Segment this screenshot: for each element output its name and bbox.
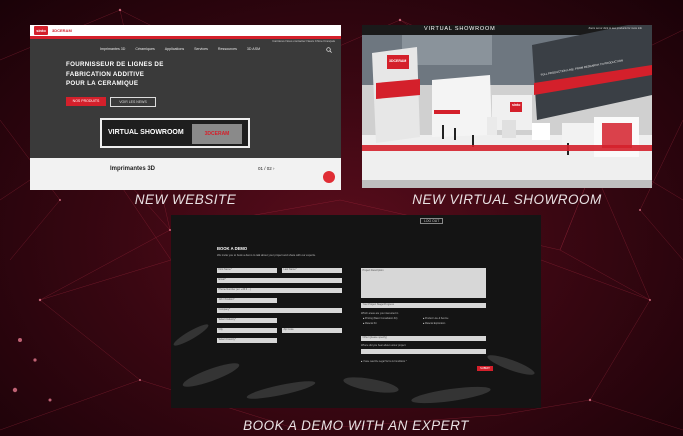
company-field[interactable]: Company* [217, 308, 342, 313]
showroom-hint: Zoom out or click to see products for mo… [588, 27, 642, 30]
industry-select[interactable]: Select Industry* [217, 318, 277, 323]
booth-logo-sinto[interactable]: sinto [512, 103, 520, 107]
last-name-field[interactable]: Last Name* [282, 268, 342, 273]
interest-option-1-label: Printing (Basic Consultation Kit) [365, 318, 398, 320]
carousel-strip: Imprimantes 3D 01 / 02 › [30, 158, 341, 190]
city-field[interactable]: City [217, 328, 277, 333]
virtual-showroom-label: VIRTUAL SHOWROOM [108, 129, 184, 136]
chat-icon[interactable] [323, 171, 335, 183]
nav-item-resources[interactable]: Ressources [218, 47, 237, 51]
booth-sign-text: 3DCERAM [204, 131, 230, 137]
hero-title: FOURNISSEUR DE LIGNES DE FABRICATION ADD… [66, 60, 164, 89]
heard-field[interactable] [361, 349, 486, 354]
country-select[interactable]: Select Country* [217, 338, 277, 343]
utility-nav[interactable]: Carrières Nous contacter News Chine Fran… [272, 39, 335, 43]
consent-label: I have read the Legal Terms & Conditions… [363, 361, 407, 363]
other-field[interactable]: Other (please specify) [361, 336, 486, 341]
sinto-logo[interactable]: sinto [34, 26, 48, 35]
interest-label: Which areas are you interested in [361, 312, 399, 315]
booth-logo[interactable]: 3DCERAM [389, 59, 406, 63]
logout-button[interactable]: LOG OUT [420, 218, 444, 224]
nav-item-ceramics[interactable]: Céramiques [135, 47, 154, 51]
interest-option-3-label: Material Kit [365, 323, 377, 325]
submit-button[interactable]: SUBMIT [477, 366, 493, 371]
zip-field[interactable]: Zip Code [282, 328, 342, 333]
showroom-scene [362, 25, 652, 188]
form-description: We invite you to book a demo to talk abo… [217, 254, 316, 257]
consent-checkbox[interactable]: ■ I have read the Legal Terms & Conditio… [361, 361, 407, 363]
caption-website: NEW WEBSITE [134, 192, 237, 207]
interest-option-3[interactable]: ■ Material Kit [363, 323, 377, 325]
interest-option-2[interactable]: ■ Product Line & Service [423, 318, 448, 320]
first-name-field[interactable]: First Name* [217, 268, 277, 273]
website-header: sinto 3DCERAM [30, 25, 341, 36]
main-nav: Imprimantes 3D Céramiques Applications S… [100, 47, 260, 51]
products-button[interactable]: NOS PRODUITS [66, 97, 106, 106]
nav-item-applications[interactable]: Applications [165, 47, 184, 51]
website-screenshot: sinto 3DCERAM Carrières Nous contacter N… [30, 25, 341, 190]
interest-option-2-label: Product Line & Service [425, 318, 449, 320]
3dceram-logo[interactable]: 3DCERAM [52, 28, 72, 33]
project-stage-field[interactable]: Your Project Stage/Progress [361, 303, 486, 308]
virtual-showroom-banner[interactable]: VIRTUAL SHOWROOM 3DCERAM [100, 118, 250, 148]
showroom-title: VIRTUAL SHOWROOM [424, 26, 496, 32]
interest-option-4[interactable]: ■ Material Exploration [423, 323, 445, 325]
interest-option-1[interactable]: ■ Printing (Basic Consultation Kit) [363, 318, 397, 320]
search-icon[interactable] [326, 47, 332, 53]
news-button[interactable]: VOIR LES NEWS [110, 97, 156, 107]
form-heading: BOOK A DEMO [217, 246, 248, 251]
nav-item-printers[interactable]: Imprimantes 3D [100, 47, 125, 51]
carousel-pager[interactable]: 01 / 02 › [258, 166, 275, 171]
booth-sign-image: 3DCERAM [192, 124, 242, 144]
email-field[interactable]: Email* [217, 278, 342, 283]
interest-option-4-label: Material Exploration [425, 323, 446, 325]
nav-item-3dasm[interactable]: 3D ASM [247, 47, 260, 51]
nav-item-services[interactable]: Services [194, 47, 208, 51]
hero-line-1: FOURNISSEUR DE LIGNES DE [66, 61, 164, 68]
hero-line-3: POUR LA CERAMIQUE [66, 80, 139, 87]
caption-demo: BOOK A DEMO WITH AN EXPERT [243, 418, 469, 433]
hero-line-2: FABRICATION ADDITIVE [66, 70, 145, 78]
demo-form-screenshot: LOG OUT BOOK A DEMO We invite you to boo… [171, 215, 541, 408]
caption-showroom: NEW VIRTUAL SHOWROOM [412, 192, 602, 207]
phone-field[interactable]: Phone Number (ex: +33 6 ...) [217, 288, 342, 293]
job-field[interactable]: Job / Position* [217, 298, 277, 303]
project-description-textarea[interactable]: Project Description [361, 268, 486, 298]
showroom-screenshot: VIRTUAL SHOWROOM Zoom out or click to se… [362, 25, 652, 188]
carousel-title: Imprimantes 3D [110, 166, 156, 172]
heard-label: Where did you hear about us/our project [361, 344, 406, 347]
